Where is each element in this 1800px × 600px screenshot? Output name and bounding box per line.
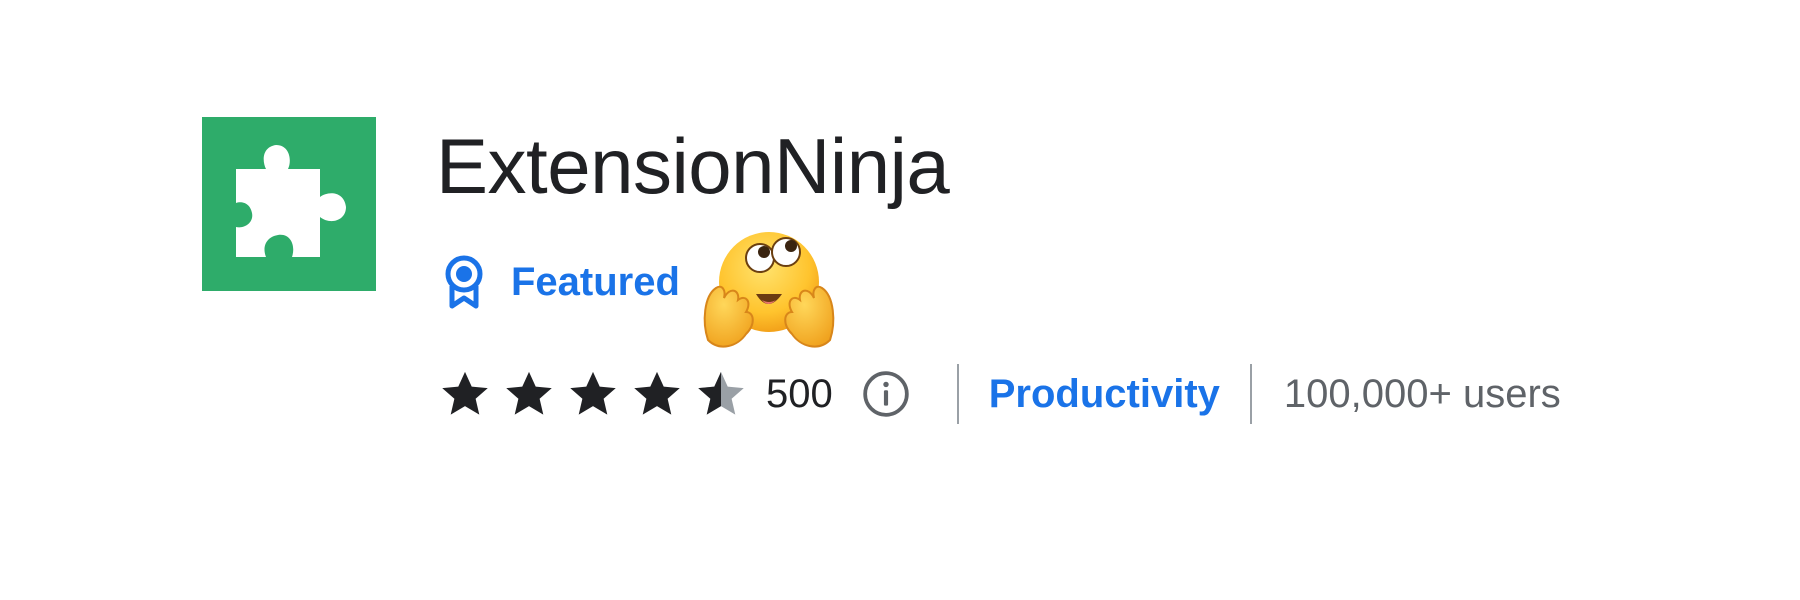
star-half-icon	[698, 371, 744, 415]
extension-title: ExtensionNinja	[436, 122, 950, 210]
award-badge-icon	[445, 255, 483, 309]
user-count: 100,000+ users	[1283, 371, 1561, 416]
featured-badge[interactable]: Featured	[441, 250, 680, 314]
face-holding-cheeks-emoji	[700, 230, 838, 354]
category-link[interactable]: Productivity	[989, 372, 1220, 417]
star-rating[interactable]	[438, 368, 748, 420]
star-full-icon	[634, 371, 680, 415]
divider	[1249, 364, 1252, 424]
rating-count: 500	[766, 371, 833, 416]
star-full-icon	[442, 371, 488, 415]
star-full-icon	[506, 371, 552, 415]
featured-label: Featured	[511, 259, 680, 304]
extension-meta-row: 500 Productivity 100,000+ users	[438, 356, 1561, 432]
divider	[956, 364, 959, 424]
extension-icon	[202, 117, 376, 291]
star-full-icon	[570, 371, 616, 415]
puzzle-piece-icon	[202, 117, 376, 291]
info-icon[interactable]	[861, 369, 911, 419]
